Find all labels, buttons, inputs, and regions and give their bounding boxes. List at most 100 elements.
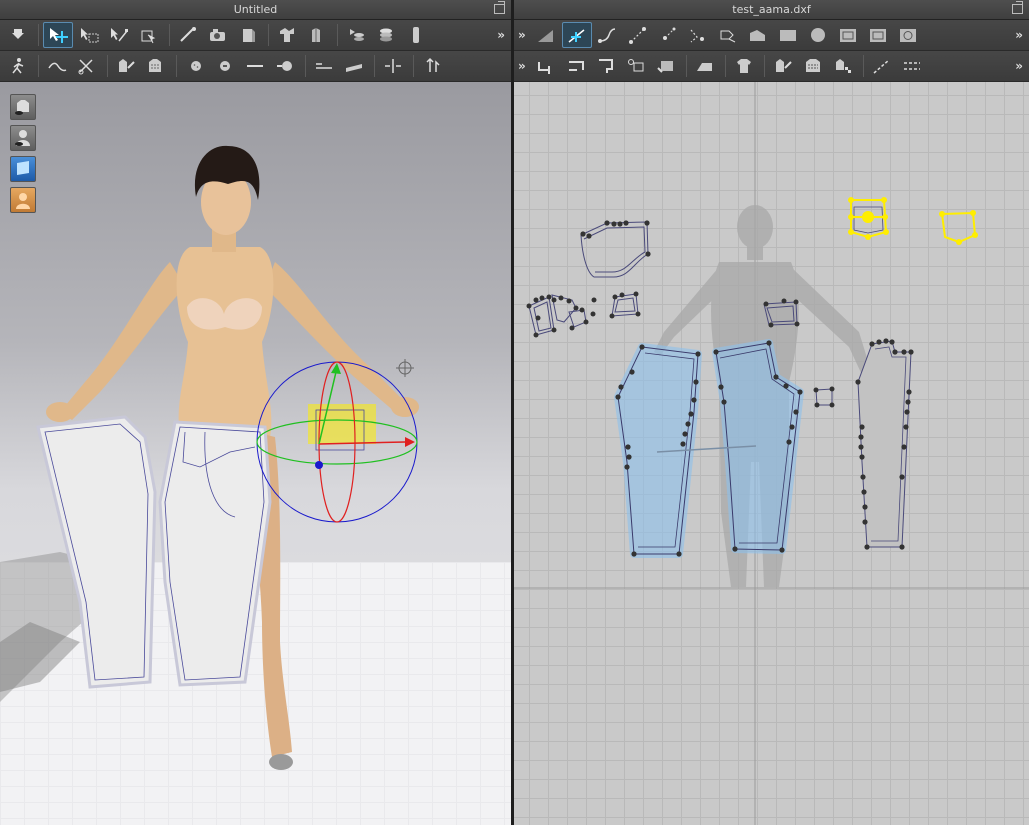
edit-pattern-icon[interactable] — [532, 23, 560, 47]
toolbar-overflow-button[interactable]: » — [518, 28, 526, 42]
tape-icon[interactable] — [310, 54, 338, 78]
add-point-icon[interactable] — [624, 23, 652, 47]
pattern-piece-small-square — [813, 386, 835, 408]
toolbar-separator — [268, 24, 269, 46]
avatar-torso — [176, 247, 274, 437]
dashed-line-icon[interactable] — [898, 54, 926, 78]
scissors-icon[interactable] — [73, 54, 101, 78]
measure-icon[interactable] — [868, 54, 896, 78]
arrange-icon[interactable] — [379, 54, 407, 78]
selected-pocket-piece — [848, 197, 889, 240]
avatar-scene — [0, 145, 419, 770]
3d-window-titlebar: Untitled — [0, 0, 511, 20]
2d-toolbar-row-2: » » — [514, 51, 1029, 82]
view-mode-icon[interactable] — [10, 156, 36, 182]
avatar-fit-icon[interactable] — [303, 23, 331, 47]
restore-window-icon[interactable] — [494, 1, 505, 14]
gizmo-axis-z-handle — [315, 461, 323, 469]
camera-target-icon — [396, 359, 414, 377]
garment-property-icon[interactable] — [112, 54, 140, 78]
toolbar-separator — [169, 24, 170, 46]
3d-viewport[interactable] — [0, 82, 511, 825]
3d-window-title: Untitled — [233, 3, 278, 16]
3d-toolbar-row-1: » — [0, 20, 511, 51]
snap-icon[interactable] — [271, 54, 299, 78]
trace-icon[interactable] — [684, 23, 712, 47]
toolbar-separator — [413, 55, 414, 77]
curve-point-icon[interactable] — [594, 23, 622, 47]
avatar-left-arm — [60, 262, 185, 420]
garment-visibility-icon[interactable] — [10, 94, 36, 120]
toolbar-overflow-button[interactable]: » — [1015, 28, 1023, 42]
fold-sew-icon[interactable] — [592, 54, 620, 78]
iron-icon[interactable] — [691, 54, 719, 78]
toolbar-overflow-button[interactable]: » — [497, 28, 505, 42]
zipper-icon[interactable] — [241, 54, 269, 78]
3d-window: Untitled » — [0, 0, 511, 825]
walk-icon[interactable] — [4, 54, 32, 78]
toolbar-separator — [107, 55, 108, 77]
2d-toolbar-row-1: » » — [514, 20, 1029, 51]
toolbar-separator — [305, 55, 306, 77]
avatar-side-toolbar — [10, 94, 36, 218]
fold-icon[interactable] — [234, 23, 262, 47]
stack-icon[interactable] — [372, 23, 400, 47]
avatar-skin-icon[interactable] — [10, 187, 36, 213]
toolbar-separator — [38, 24, 39, 46]
camera-icon[interactable] — [204, 23, 232, 47]
upload-icon[interactable] — [418, 54, 446, 78]
internal-circle-icon[interactable] — [864, 23, 892, 47]
offset-icon[interactable] — [654, 23, 682, 47]
avatar-shoe — [269, 754, 293, 770]
restore-window-icon[interactable] — [1012, 1, 1023, 14]
tack-icon[interactable] — [273, 23, 301, 47]
pattern-piece-waistband — [580, 220, 651, 278]
select-mesh-icon[interactable] — [75, 23, 103, 47]
move-icon[interactable] — [135, 23, 163, 47]
pin-icon[interactable] — [402, 23, 430, 47]
toolbar-separator — [763, 55, 765, 77]
polygon-icon[interactable] — [714, 23, 742, 47]
ruler-icon[interactable] — [340, 54, 368, 78]
toolbar-overflow-button[interactable]: » — [518, 59, 526, 73]
avatar-visibility-icon[interactable] — [10, 125, 36, 151]
rectangle-icon[interactable] — [744, 23, 772, 47]
draw-line-icon[interactable] — [174, 23, 202, 47]
segment-sew-icon[interactable] — [532, 54, 560, 78]
2d-window-title: test_aama.dxf — [732, 3, 811, 16]
shirt-property-icon[interactable] — [730, 54, 758, 78]
internal-square-icon[interactable] — [834, 23, 862, 47]
toolbar-separator — [176, 55, 177, 77]
pattern-fill-icon[interactable] — [799, 54, 827, 78]
3d-pants-front-piece — [158, 420, 272, 687]
toolbar-separator — [724, 55, 726, 77]
internal-ellipse-icon[interactable] — [894, 23, 922, 47]
free-sew-icon[interactable] — [562, 54, 590, 78]
layer-icon[interactable] — [342, 23, 370, 47]
button-hole-icon[interactable] — [211, 54, 239, 78]
avatar-right-arm — [265, 262, 405, 412]
texture-icon[interactable] — [142, 54, 170, 78]
toolbar-separator — [685, 55, 687, 77]
transform-pattern-icon[interactable] — [43, 22, 73, 48]
texture-edit-icon[interactable] — [769, 54, 797, 78]
2d-pattern-viewport[interactable] — [514, 82, 1029, 825]
select-arrow-icon[interactable] — [4, 23, 32, 47]
toolbar-separator — [337, 24, 338, 46]
seam-line-icon[interactable] — [43, 54, 71, 78]
button-icon[interactable] — [181, 54, 209, 78]
circle-icon[interactable] — [774, 23, 802, 47]
edit-curve-icon[interactable] — [561, 22, 592, 48]
pattern-piece-lining — [855, 338, 914, 550]
pattern-canvas — [514, 82, 1029, 825]
toolbar-separator — [374, 55, 375, 77]
avatar-hand — [46, 402, 74, 422]
edit-sew-icon[interactable] — [622, 54, 650, 78]
2d-window: test_aama.dxf » » » » — [514, 0, 1029, 825]
check-sew-icon[interactable] — [652, 54, 680, 78]
checker-icon[interactable] — [829, 54, 857, 78]
edit-points-icon[interactable] — [105, 23, 133, 47]
internal-rect-icon[interactable] — [804, 23, 832, 47]
toolbar-separator — [862, 55, 864, 77]
toolbar-overflow-button[interactable]: » — [1015, 59, 1023, 73]
